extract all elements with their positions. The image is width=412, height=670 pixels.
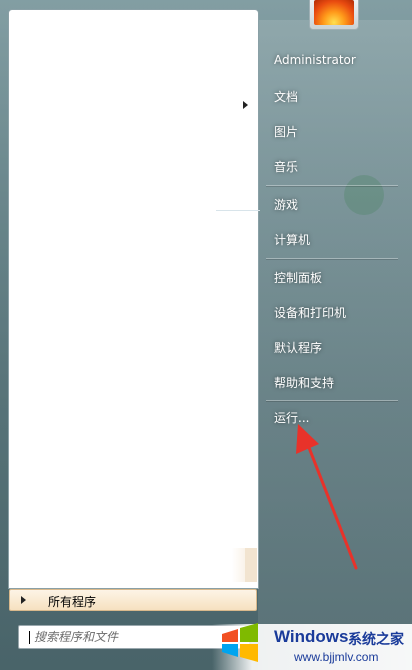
all-programs-label: 所有程序 <box>48 595 97 609</box>
menu-item-default-programs[interactable]: 默认程序 <box>274 339 322 356</box>
menu-separator <box>266 400 398 401</box>
pane-divider <box>216 210 260 211</box>
menu-item-music[interactable]: 音乐 <box>274 158 298 175</box>
menu-item-pictures[interactable]: 图片 <box>274 123 298 140</box>
menu-item-games[interactable]: 游戏 <box>274 196 298 213</box>
menu-separator <box>266 185 398 186</box>
user-avatar[interactable] <box>309 0 359 30</box>
watermark-brand-suffix: 系统之家 <box>348 632 404 648</box>
menu-item-help-support[interactable]: 帮助和支持 <box>274 374 334 391</box>
menu-separator <box>266 258 398 259</box>
menu-item-user[interactable]: Administrator <box>274 53 356 67</box>
watermark: Windows 系统之家 www.bjjmlv.com <box>212 618 412 670</box>
menu-item-control-panel[interactable]: 控制面板 <box>274 269 322 286</box>
all-programs-button[interactable]: 所有程序 <box>9 589 257 611</box>
flower-picture-icon <box>314 0 354 25</box>
expand-arrow-icon <box>21 596 26 604</box>
recent-item-edge <box>245 548 257 582</box>
programs-pane <box>8 9 260 589</box>
search-input[interactable] <box>32 629 236 645</box>
menu-item-computer[interactable]: 计算机 <box>274 231 310 248</box>
text-caret <box>29 631 30 644</box>
menu-item-devices-printers[interactable]: 设备和打印机 <box>274 304 346 321</box>
windows-logo-icon <box>222 623 258 662</box>
watermark-brand: Windows <box>274 627 349 646</box>
menu-item-documents[interactable]: 文档 <box>274 88 298 105</box>
watermark-url: www.bjjmlv.com <box>294 650 379 664</box>
submenu-arrow-icon[interactable] <box>243 101 248 109</box>
recent-item-highlight <box>12 548 256 582</box>
menu-item-run[interactable]: 运行... <box>274 409 309 426</box>
